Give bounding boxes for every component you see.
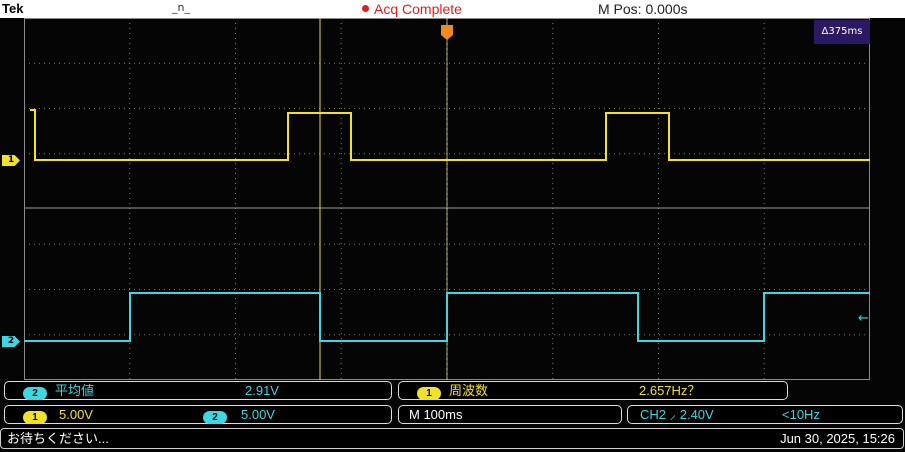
channel-scale-panel[interactable]: 1 5.00V 2 5.00V [4, 405, 392, 424]
ch2-volts-per-div: 5.00V [241, 407, 275, 422]
trigger-state-indicator: _n_ [172, 1, 190, 14]
measurement-ch2-mean[interactable]: 2 平均値 2.91V [4, 381, 392, 400]
trigger-frequency: <10Hz [782, 407, 820, 422]
ch1-volts-per-div: 5.00V [59, 407, 93, 422]
ch2-badge: 2 [23, 387, 47, 400]
cursor-delta-readout: Δ375ms [814, 20, 870, 44]
ch1-waveform [30, 109, 870, 161]
ch1-ground-marker[interactable]: 1 [2, 155, 20, 166]
acq-dot-icon [362, 5, 369, 12]
trigger-position-marker-icon[interactable] [441, 25, 453, 40]
ch2-badge: 2 [203, 411, 227, 424]
measurement-name: 周波数 [449, 383, 489, 398]
trigger-level-arrow-icon[interactable]: ← [858, 312, 869, 325]
top-status-bar: Tek _n_ Acq Complete M Pos: 0.000s [0, 0, 905, 18]
trigger-readout: CH2 ⸝ 2.40V [640, 407, 714, 422]
waveform-graticule [24, 18, 870, 380]
oscilloscope-screen: Tek _n_ Acq Complete M Pos: 0.000s Δ375m… [0, 0, 905, 452]
ch1-badge: 1 [417, 387, 441, 400]
status-message: お待ちください... [7, 431, 109, 446]
message-bar: お待ちください... Jun 30, 2025, 15:26 [0, 428, 904, 449]
m-pos-readout: M Pos: 0.000s [598, 1, 688, 17]
ch2-waveform [24, 292, 870, 342]
ch1-badge: 1 [23, 411, 47, 424]
trigger-panel[interactable]: CH2 ⸝ 2.40V <10Hz [627, 405, 903, 424]
timebase-readout: M 100ms [409, 407, 463, 422]
measurement-name: 平均値 [55, 383, 95, 398]
measurement-value: 2.657Hz？ [639, 383, 701, 398]
brand-logo: Tek [2, 1, 24, 16]
ch2-ground-marker[interactable]: 2 [2, 336, 20, 347]
date-time: Jun 30, 2025, 15:26 [780, 431, 895, 446]
measurement-ch1-frequency[interactable]: 1 周波数 2.657Hz？ [398, 381, 788, 400]
measurement-value: 2.91V [245, 383, 279, 398]
acquisition-status: Acq Complete [362, 0, 462, 18]
timebase-panel[interactable]: M 100ms [398, 405, 622, 424]
acq-status-text: Acq Complete [374, 1, 462, 17]
